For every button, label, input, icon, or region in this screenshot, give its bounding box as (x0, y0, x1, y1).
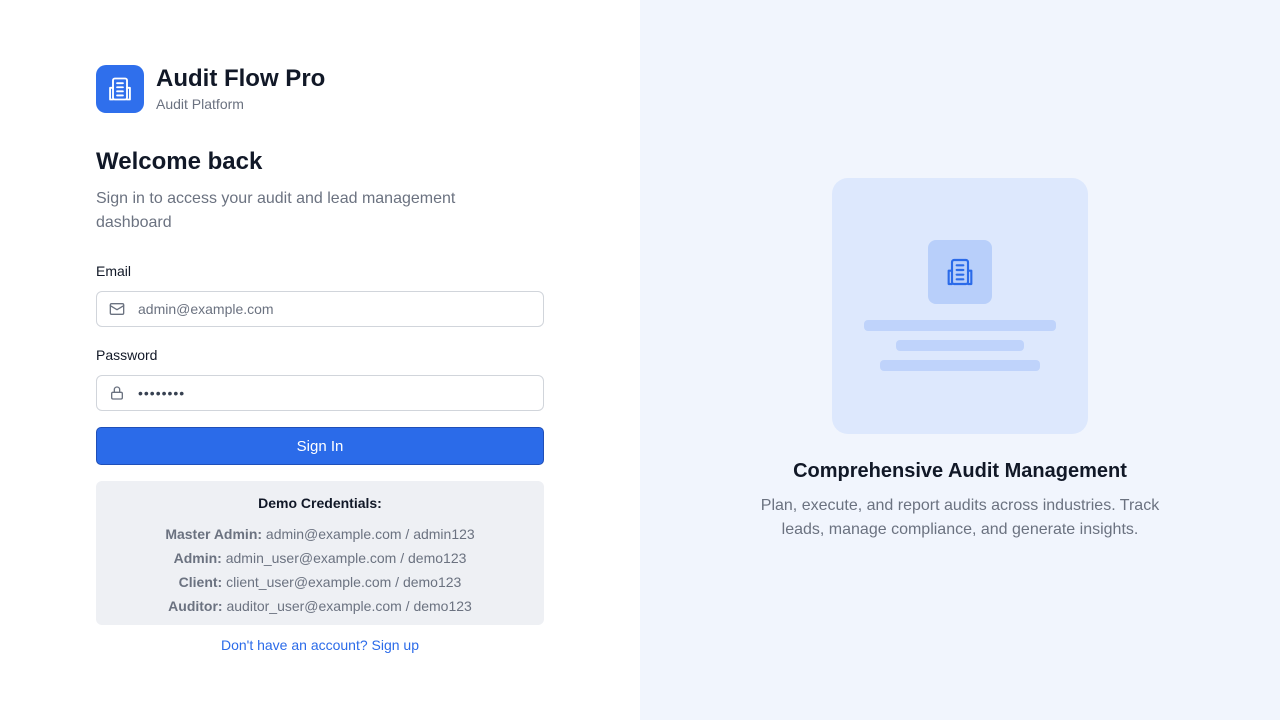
brand: Audit Flow Pro Audit Platform (96, 65, 325, 113)
email-input[interactable] (138, 301, 528, 317)
demo-role: Client: (178, 574, 223, 590)
password-input[interactable]: •••••••• (138, 385, 185, 401)
email-label: Email (96, 263, 132, 279)
demo-credentials-box: Demo Credentials: Master Admin: admin@ex… (96, 481, 544, 625)
placeholder-bar (896, 340, 1024, 351)
brand-name: Audit Flow Pro (156, 65, 326, 92)
demo-credential-row: Admin: admin_user@example.com / demo123 (96, 546, 544, 570)
demo-credential-row: Master Admin: admin@example.com / admin1… (96, 522, 544, 546)
brand-subtitle: Audit Platform (156, 96, 244, 112)
demo-value: client_user@example.com / demo123 (226, 574, 462, 590)
demo-value: auditor_user@example.com / demo123 (226, 598, 472, 614)
email-field[interactable] (96, 291, 544, 327)
demo-credentials-title: Demo Credentials: (258, 495, 382, 511)
sign-in-button[interactable]: Sign In (96, 427, 544, 465)
building-icon (96, 65, 144, 113)
demo-role: Auditor: (168, 598, 223, 614)
demo-credential-row: Client: client_user@example.com / demo12… (96, 570, 544, 594)
demo-value: admin_user@example.com / demo123 (225, 550, 467, 566)
demo-credential-row: Auditor: auditor_user@example.com / demo… (96, 594, 544, 618)
dashboard-illustration (832, 178, 1088, 434)
promo-title: Comprehensive Audit Management (793, 460, 1127, 482)
login-page: Audit Flow Pro Audit Platform Welcome ba… (0, 0, 1280, 720)
sign-up-link[interactable]: Don't have an account? Sign up (221, 637, 419, 653)
login-panel: Audit Flow Pro Audit Platform Welcome ba… (0, 0, 640, 720)
signup-prompt: Don't have an account? Sign up (0, 637, 640, 653)
promo-description: Plan, execute, and report audits across … (760, 497, 1160, 538)
demo-value: admin@example.com / admin123 (265, 526, 475, 542)
lock-icon (109, 385, 125, 401)
promo-panel: Comprehensive Audit Management Plan, exe… (640, 0, 1280, 720)
placeholder-bar (880, 360, 1040, 371)
password-label: Password (96, 347, 158, 363)
page-title: Welcome back (96, 148, 263, 175)
page-subtitle: Sign in to access your audit and lead ma… (96, 190, 456, 231)
placeholder-bar (864, 320, 1056, 331)
demo-role: Master Admin: (165, 526, 263, 542)
password-field[interactable]: •••••••• (96, 375, 544, 411)
mail-icon (109, 301, 125, 317)
building-icon (928, 240, 992, 304)
demo-role: Admin: (173, 550, 222, 566)
